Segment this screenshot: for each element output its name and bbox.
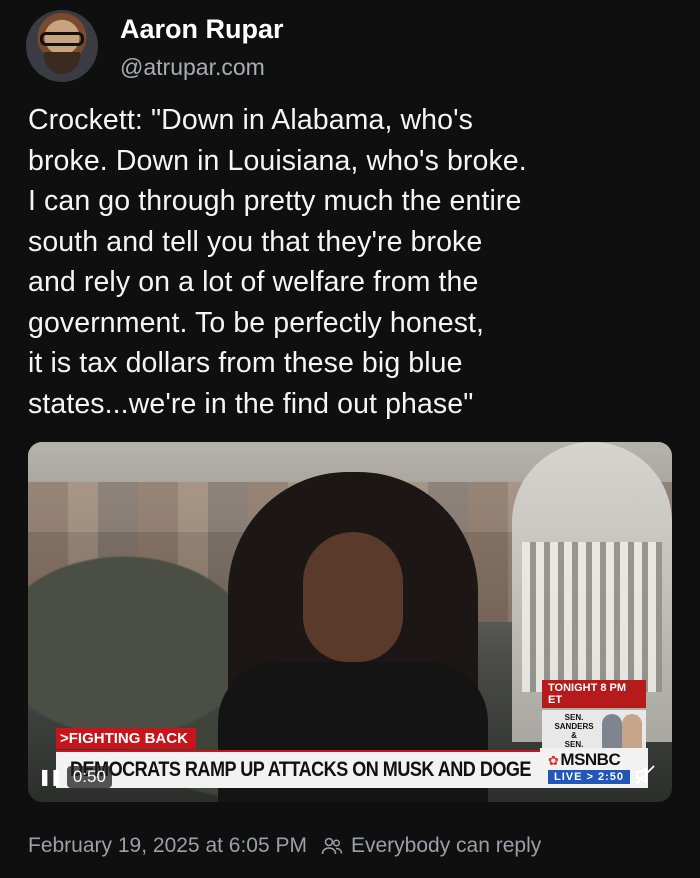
speaker-face — [303, 532, 403, 662]
peacock-icon: ✿ — [548, 753, 559, 768]
network-name: MSNBC — [560, 750, 621, 769]
network-logo: ✿ MSNBC — [548, 750, 621, 770]
avatar[interactable] — [26, 10, 98, 82]
guest-photo — [622, 714, 642, 750]
tonight-promo: TONIGHT 8 PM ET SEN. SANDERS & SEN. WARR… — [542, 680, 646, 758]
avatar-beard — [44, 52, 80, 74]
tonight-panel: SEN. SANDERS & SEN. WARREN — [542, 710, 646, 758]
author-handle[interactable]: @atrupar.com — [120, 54, 265, 81]
post-timestamp[interactable]: February 19, 2025 at 6:05 PM — [28, 834, 307, 858]
author-name[interactable]: Aaron Rupar — [120, 14, 284, 45]
playback-controls: ❚❚ 0:50 — [38, 764, 112, 790]
video-player[interactable]: TONIGHT 8 PM ET SEN. SANDERS & SEN. WARR… — [28, 442, 672, 802]
headline-text: DEMOCRATS RAMP UP ATTACKS ON MUSK AND DO… — [70, 758, 531, 781]
capitol-columns — [522, 542, 662, 692]
people-icon — [321, 836, 343, 856]
post-text: Crockett: "Down in Alabama, who's broke.… — [28, 104, 527, 420]
section-tag: >FIGHTING BACK — [56, 728, 196, 749]
post-footer: February 19, 2025 at 6:05 PM Everybody c… — [28, 834, 541, 858]
video-time: 0:50 — [66, 766, 112, 788]
guest-photo — [602, 714, 622, 750]
mute-icon[interactable] — [632, 764, 658, 790]
pause-icon[interactable]: ❚❚ — [38, 767, 63, 787]
tonight-label: TONIGHT 8 PM ET — [542, 680, 646, 708]
post-header: Aaron Rupar @atrupar.com — [26, 6, 666, 84]
reply-setting[interactable]: Everybody can reply — [351, 834, 541, 858]
avatar-glasses — [40, 32, 84, 46]
live-indicator: LIVE > 2:50 — [548, 770, 631, 784]
